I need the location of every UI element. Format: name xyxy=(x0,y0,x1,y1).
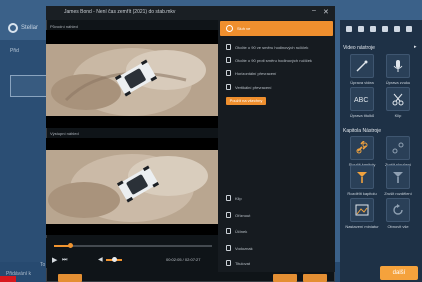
refresh-icon xyxy=(393,204,403,215)
tool-label: Úprava titulků xyxy=(349,113,375,118)
app-logo-text: Stellar xyxy=(21,25,39,31)
toolbar-icons xyxy=(346,26,418,34)
tool-label: Rozdělit kapitolu xyxy=(347,191,377,196)
menu-item-label: Horizontální převracení xyxy=(235,70,277,76)
clip-tool[interactable] xyxy=(386,87,410,111)
output-video-preview xyxy=(46,138,218,235)
restore-all-tool[interactable] xyxy=(386,198,410,222)
menu-item-flip-horizontal[interactable]: Horizontální převracení xyxy=(226,68,330,78)
menu-item-clip[interactable]: Klip xyxy=(226,193,330,203)
unlink-icon xyxy=(392,142,404,154)
settings-icon[interactable] xyxy=(370,26,376,32)
menu-item-flip-vertical[interactable]: Vertikální převracení xyxy=(226,82,330,92)
menu-item-rotate-cw[interactable]: Otočte o 90 ve směru hodinových ručiček xyxy=(226,42,330,52)
subtitle-icon xyxy=(226,260,231,266)
section-title-chapter-tools: Kapitola Nástroje xyxy=(343,128,382,134)
menu-item-crop[interactable]: Oříznout xyxy=(226,210,330,220)
rotate-cw-icon xyxy=(226,44,231,50)
video-frame-image xyxy=(46,138,218,235)
menu-item-label: Vertikální převracení xyxy=(235,84,272,90)
menu-item-label: Účinek xyxy=(235,228,248,234)
app-logo-icon xyxy=(8,23,18,33)
dialog-button-left[interactable] xyxy=(58,274,82,282)
flip-horizontal-icon xyxy=(226,70,231,76)
thumbnail-settings-tool[interactable] xyxy=(350,198,374,222)
sidebar-item-add[interactable]: Přid xyxy=(10,48,19,54)
edit-video-tool[interactable] xyxy=(350,54,374,78)
menu-item-label: Otočte o 90 proti směru hodinových ručič… xyxy=(235,57,312,63)
merge-chapters-tool[interactable] xyxy=(350,136,374,160)
menu-item-subtitle[interactable]: Titulovat xyxy=(226,258,330,268)
minimize-icon[interactable] xyxy=(394,26,400,32)
menu-item-label: Titulovat xyxy=(235,260,250,266)
next-frame-icon[interactable]: ⏭ xyxy=(62,257,67,264)
dialog-button-apply[interactable] xyxy=(273,274,297,282)
watermark-icon xyxy=(226,245,231,251)
document-icon[interactable] xyxy=(358,26,364,32)
menu-item-label: Oříznout xyxy=(235,212,251,218)
split-icon xyxy=(357,172,367,183)
close-icon[interactable]: ✕ xyxy=(323,8,329,16)
tool-label: Zrušit rozdělení xyxy=(384,191,412,196)
output-preview-label: Výstupní náhled xyxy=(50,131,79,136)
sidebar-video-thumbnail[interactable] xyxy=(10,75,48,97)
next-button[interactable]: další xyxy=(380,266,418,280)
unsplit-chapter-tool[interactable] xyxy=(386,165,410,189)
menu-item-label: Otočte o 90 ve směru hodinových ručiček xyxy=(235,44,309,50)
minimize-icon[interactable]: – xyxy=(312,7,316,14)
section-title-video-tools: Video nástroje xyxy=(343,45,375,51)
split-chapter-tool[interactable] xyxy=(350,165,374,189)
dialog-button-close[interactable] xyxy=(303,274,327,282)
tool-label: Úprava videa xyxy=(350,80,374,85)
chevron-right-icon[interactable]: ▸ xyxy=(414,44,417,50)
scissors-icon xyxy=(392,93,404,106)
original-preview-label: Původní náhled xyxy=(50,24,78,29)
menu-item-watermark[interactable]: Vodoznak xyxy=(226,243,330,253)
unsplit-icon xyxy=(393,172,403,183)
tool-label: Klip xyxy=(394,113,402,118)
tool-label: Nastavení miniatur xyxy=(345,224,379,229)
microphone-icon xyxy=(393,60,403,72)
seek-bar[interactable] xyxy=(54,245,212,247)
bottom-label: To xyxy=(40,262,46,268)
dialog-title: James Bond - Není čas zemřít (2021) do s… xyxy=(64,9,176,15)
scissors-icon xyxy=(226,195,231,201)
menu-item-effect[interactable]: Účinek xyxy=(226,226,330,236)
red-marker xyxy=(0,276,16,282)
menu-item-label: Klip xyxy=(235,195,242,201)
menu-item-label: Vodoznak xyxy=(235,245,253,251)
playback-time: 00:02:05 / 02:07:27 xyxy=(166,257,201,262)
svg-text:ABC: ABC xyxy=(354,97,368,104)
magic-wand-icon xyxy=(356,60,368,72)
video-frame-image xyxy=(46,30,218,128)
menu-item-rotate-ccw[interactable]: Otočte o 90 proti směru hodinových ručič… xyxy=(226,55,330,65)
close-icon[interactable] xyxy=(406,26,412,32)
volume-icon[interactable]: ◀ xyxy=(98,256,103,263)
apply-to-all-button[interactable]: Použít na všechny xyxy=(226,97,266,105)
grid-icon[interactable] xyxy=(346,26,352,32)
abc-text-icon: ABC xyxy=(354,97,368,104)
crop-icon xyxy=(226,212,231,218)
play-icon[interactable]: ▶ xyxy=(52,256,57,264)
tool-label: Obnovit vše xyxy=(387,224,409,229)
effect-icon xyxy=(226,228,231,234)
edit-audio-tool[interactable] xyxy=(386,54,410,78)
edit-subtitles-tool[interactable]: ABC xyxy=(350,87,374,111)
image-icon xyxy=(355,204,369,216)
menu-item-label: Sluh ve xyxy=(237,26,251,31)
tool-label: Úprava zvuku xyxy=(385,80,411,85)
seek-handle[interactable] xyxy=(68,243,73,248)
rotate-ccw-icon xyxy=(226,57,231,63)
original-video-preview xyxy=(46,30,218,128)
link-icon xyxy=(356,141,368,154)
flip-vertical-icon xyxy=(226,84,231,90)
unmerge-chapters-tool[interactable] xyxy=(386,136,410,160)
volume-handle[interactable] xyxy=(112,257,117,262)
menu-icon[interactable] xyxy=(382,26,388,32)
rotate-icon xyxy=(226,25,233,32)
